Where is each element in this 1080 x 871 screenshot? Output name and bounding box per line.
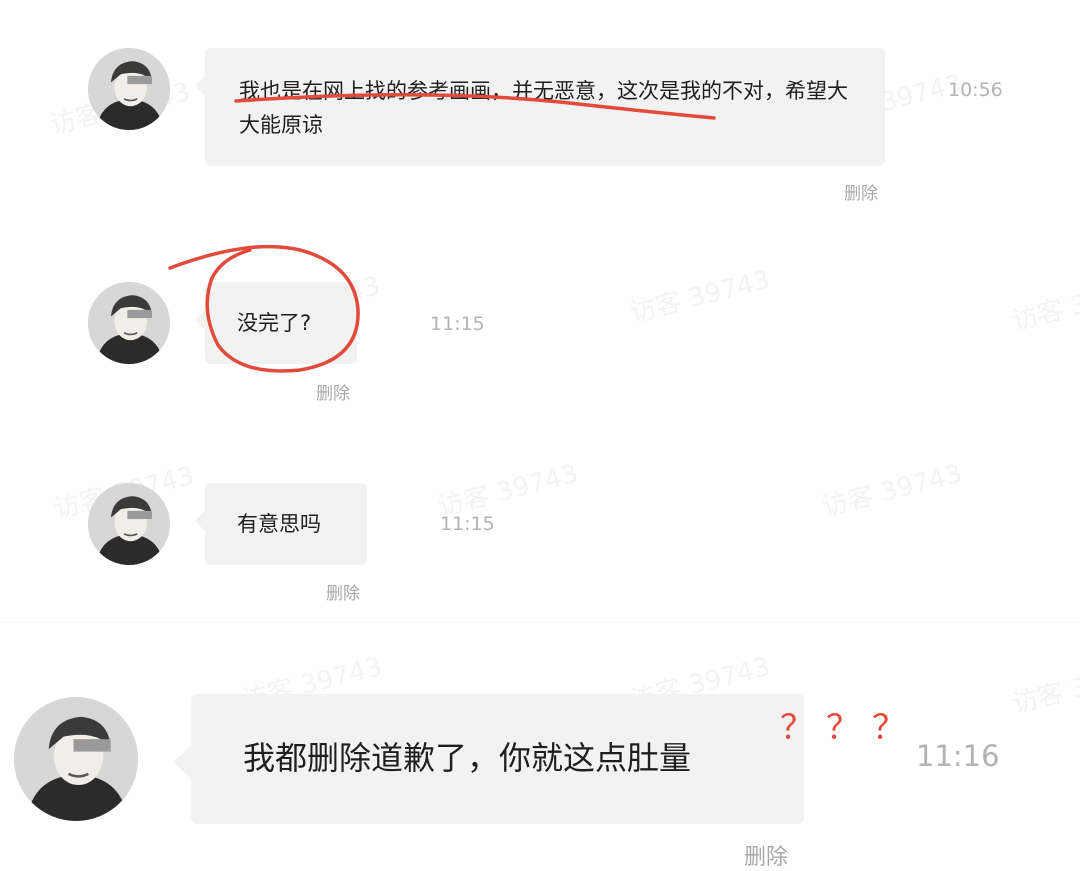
message-bubble[interactable]: 没完了?	[195, 282, 357, 364]
watermark: 访客 39743	[1008, 267, 1080, 337]
message-time: 11:15	[440, 513, 495, 535]
watermark: 访客 39743	[818, 453, 966, 523]
message-text: 我也是在网上找的参考画画，并无恶意，这次是我的不对，希望大大能原谅	[239, 79, 848, 137]
avatar[interactable]	[14, 697, 138, 821]
message-time: 10:56	[948, 79, 1003, 101]
message-time: 11:15	[430, 313, 485, 335]
delete-link[interactable]: 删除	[844, 179, 878, 204]
delete-link[interactable]: 删除	[326, 579, 360, 604]
avatar[interactable]	[88, 483, 170, 565]
message-text: 没完了?	[237, 311, 312, 335]
watermark: 访客 39743	[626, 259, 774, 329]
message-text: 我都删除道歉了，你就这点肚量	[243, 739, 692, 777]
question-marks-annotation: ？？？	[780, 708, 918, 748]
message-bubble[interactable]: 有意思吗	[195, 483, 367, 565]
message-bubble[interactable]: 我都删除道歉了，你就这点肚量	[173, 694, 804, 824]
message-text: 有意思吗	[237, 512, 321, 536]
delete-link[interactable]: 删除	[316, 379, 350, 404]
chat-panel-top: 访客 39743 访客 39743 访客 39743 访客 39743 访客 3…	[0, 0, 1080, 620]
delete-link[interactable]: 删除	[744, 839, 788, 871]
chat-panel-bottom: 访客 39743 访客 39743 访客 39743 我都删除道歉了，你就这点肚…	[0, 622, 1080, 870]
avatar[interactable]	[88, 48, 170, 130]
message-time: 11:16	[916, 739, 1000, 773]
avatar[interactable]	[88, 282, 170, 364]
message-bubble[interactable]: 我也是在网上找的参考画画，并无恶意，这次是我的不对，希望大大能原谅	[195, 48, 885, 166]
watermark: 访客 39743	[1008, 650, 1080, 720]
